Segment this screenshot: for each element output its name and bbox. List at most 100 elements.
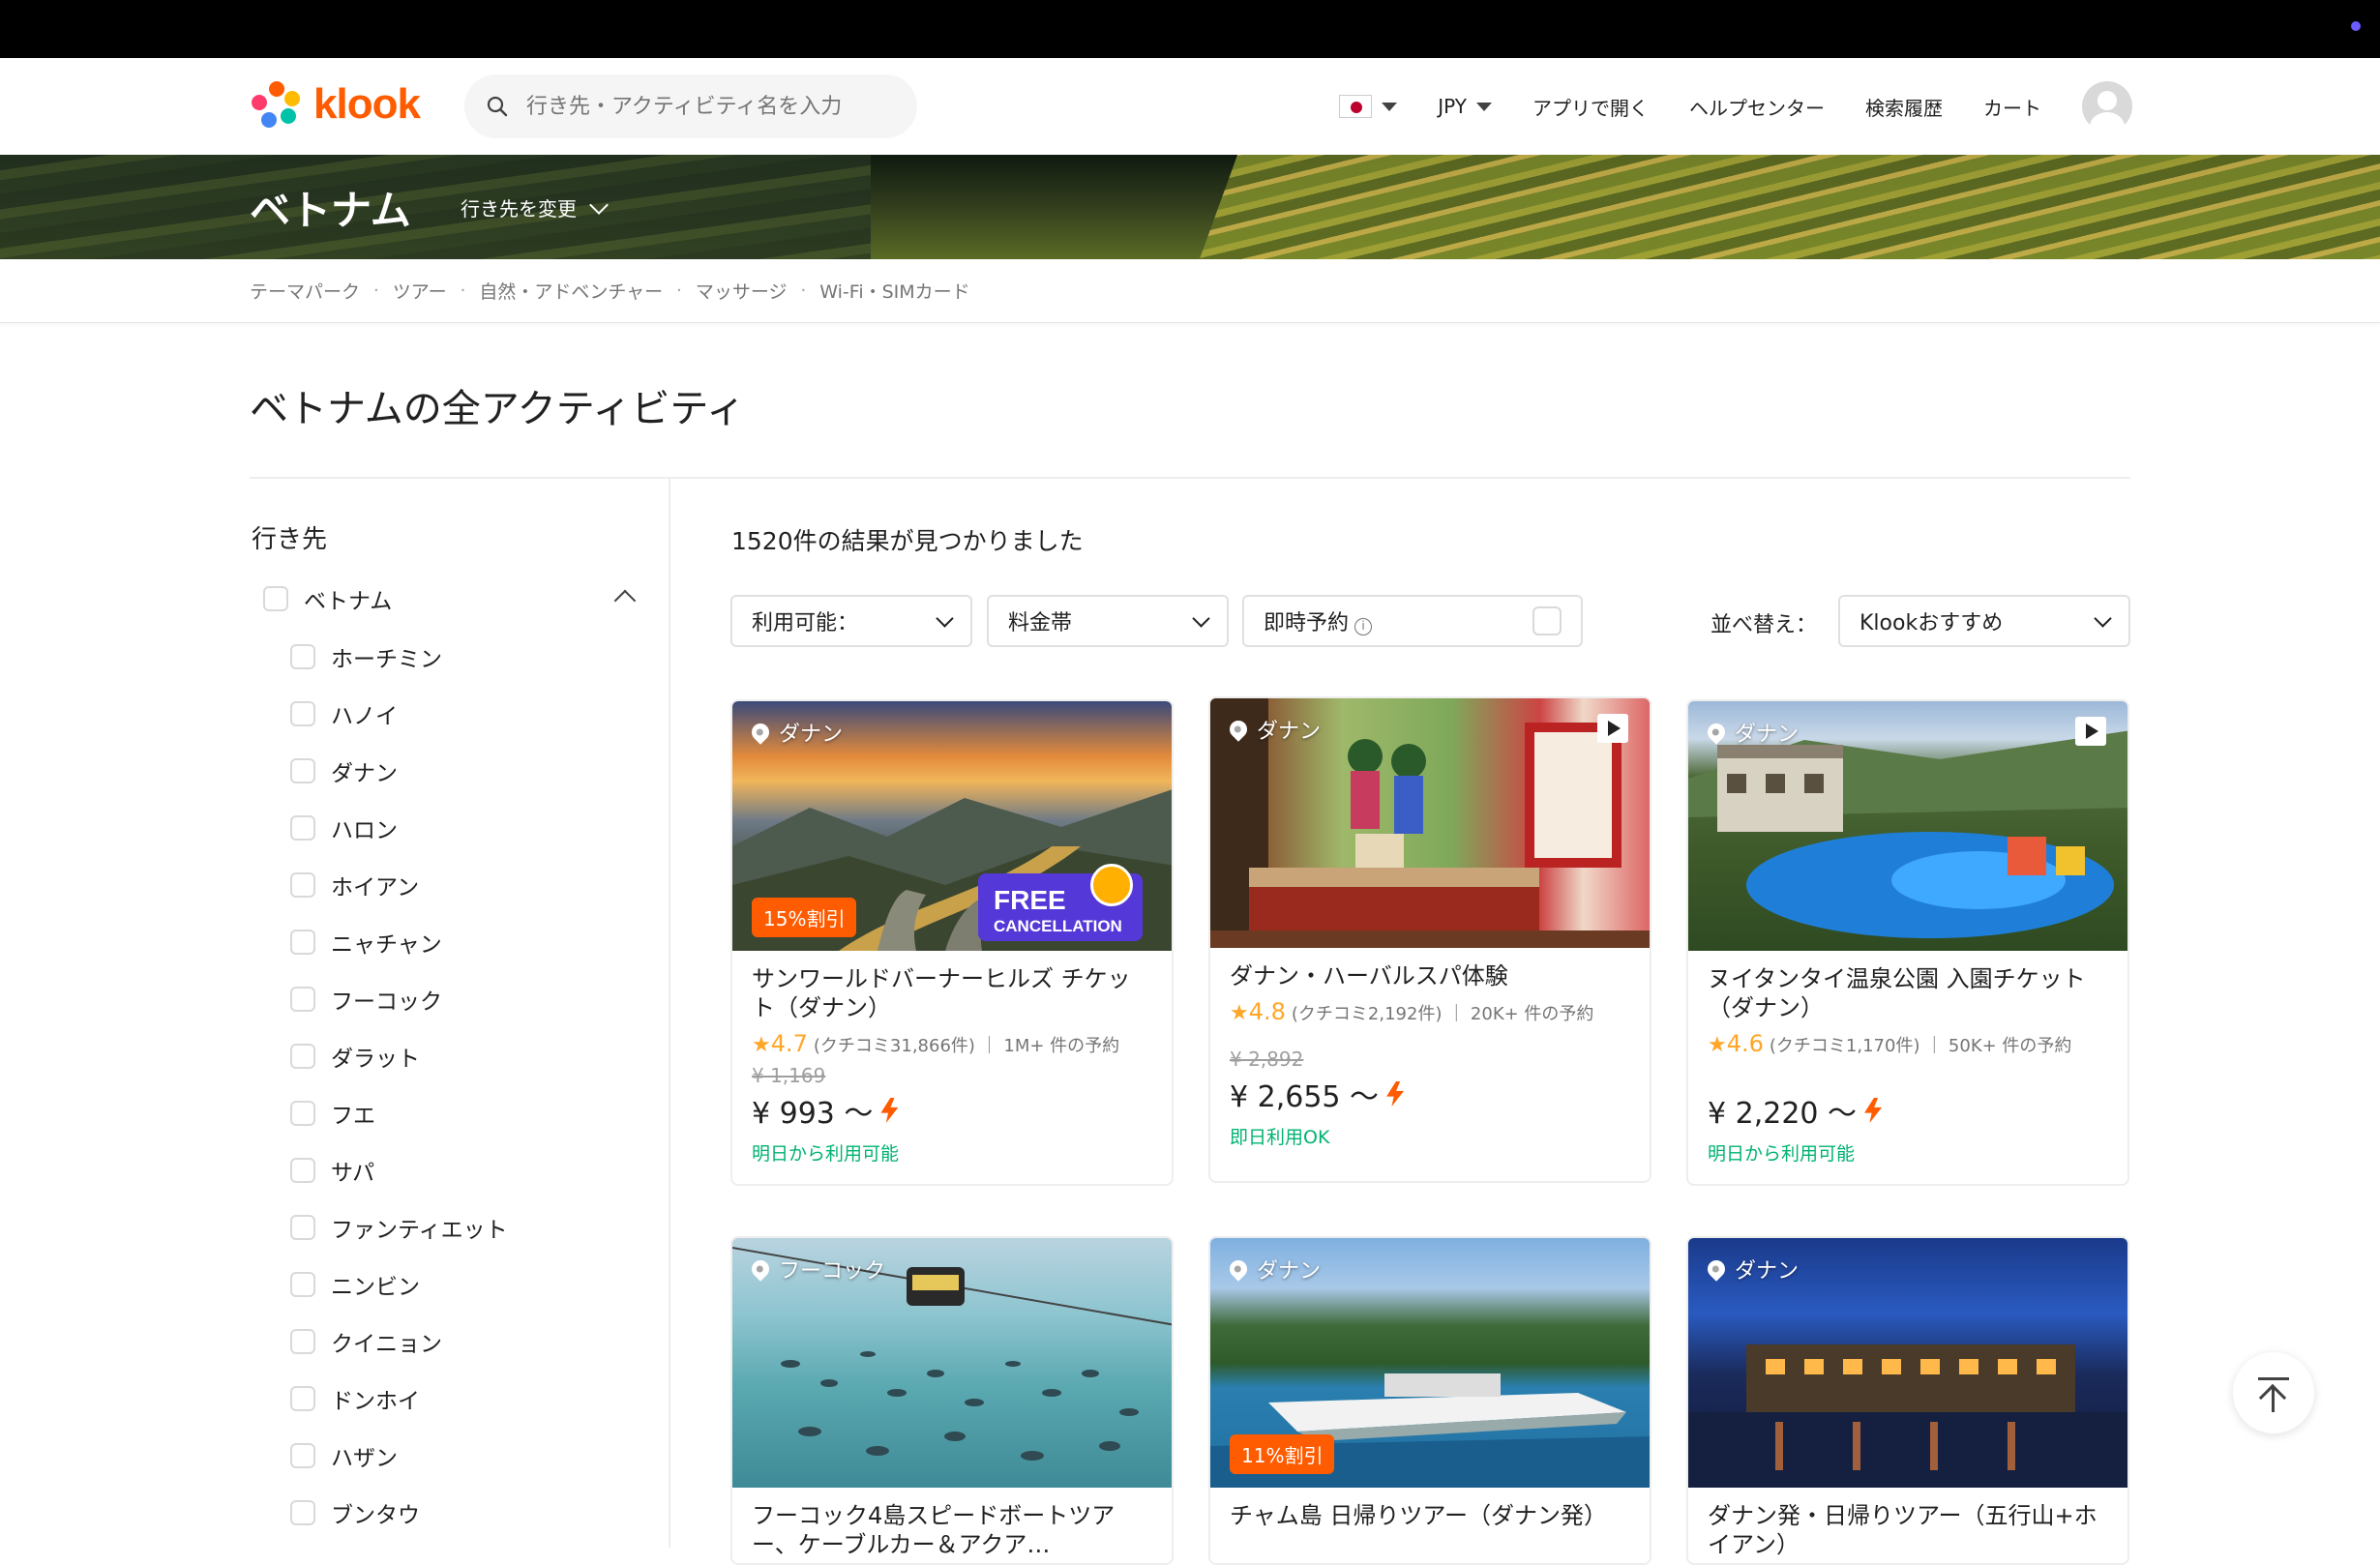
klook-logo[interactable]: klook	[250, 77, 421, 132]
checkbox[interactable]	[290, 930, 315, 955]
category-link-tours[interactable]: ツアー	[393, 278, 447, 304]
location-pin-icon	[1704, 720, 1729, 745]
checkbox[interactable]	[290, 1101, 315, 1126]
card-title: フーコック4島スピードボートツアー、ケーブルカー＆アクア…	[752, 1502, 1116, 1558]
activity-image: ダナン	[1210, 698, 1650, 948]
checkbox[interactable]	[290, 987, 315, 1012]
category-link-theme-park[interactable]: テーマパーク	[250, 278, 360, 304]
rating-score: 4.6	[1726, 1030, 1764, 1057]
checkbox[interactable]	[290, 815, 315, 841]
filter-item-vietnam[interactable]: ベトナム	[263, 582, 392, 615]
card-title: チャム島 日帰りツアー（ダナン発）	[1230, 1502, 1607, 1529]
sort-value: Klookおすすめ	[1859, 611, 2004, 635]
card-title: ヌイタンタイ温泉公園 入園チケット（ダナン）	[1708, 965, 2086, 1021]
filter-item-city[interactable]: ニャチャン	[290, 926, 442, 959]
availability-label: 明日から利用可能	[1708, 1143, 1856, 1165]
activity-card[interactable]: ダナン 15%割引 FREE CANCELLATION サンワールドバーナーヒルズ…	[730, 699, 1174, 1186]
filter-item-city[interactable]: フエ	[290, 1097, 375, 1130]
card-location: ダナン	[1226, 714, 1321, 745]
checkbox[interactable]	[290, 644, 315, 669]
checkbox[interactable]	[290, 1443, 315, 1468]
checkbox[interactable]	[290, 1386, 315, 1411]
instant-booking-filter[interactable]: 即時予約 i	[1242, 595, 1583, 647]
checkbox[interactable]	[290, 1272, 315, 1297]
search-history-link[interactable]: 検索履歴	[1865, 93, 1943, 121]
destination-banner: ベトナム 行き先を変更	[0, 155, 2380, 259]
filter-item-city[interactable]: ダラット	[290, 1040, 420, 1073]
status-dot-icon	[2351, 21, 2361, 31]
smile-icon	[1090, 864, 1133, 906]
checkbox[interactable]	[290, 1044, 315, 1069]
filter-label: ハノイ	[331, 704, 398, 729]
back-to-top-button[interactable]	[2233, 1352, 2314, 1433]
search-icon	[487, 96, 508, 117]
filter-item-city[interactable]: ダナン	[290, 754, 398, 787]
card-body: ダナン発・日帰りツアー（五行山+ホイアン）	[1688, 1488, 2127, 1563]
filter-item-city[interactable]: ホイアン	[290, 869, 419, 901]
chevron-up-icon[interactable]	[613, 589, 637, 612]
sort-dropdown[interactable]: Klookおすすめ	[1838, 595, 2130, 647]
filter-item-city[interactable]: サパ	[290, 1154, 374, 1187]
category-link-wifi-sim[interactable]: Wi-Fi・SIMカード	[819, 278, 969, 304]
search-bar[interactable]	[464, 74, 917, 138]
location-label: ダナン	[1735, 1259, 1800, 1284]
checkbox[interactable]	[290, 872, 315, 898]
banner-image-terraces	[1167, 155, 2380, 259]
checkbox[interactable]	[263, 586, 288, 611]
checkbox[interactable]	[290, 1329, 315, 1354]
filter-label: ブンタウ	[331, 1503, 420, 1528]
filter-item-city[interactable]: ハロン	[290, 812, 398, 844]
review-count: (クチコミ31,866件) ｜ 1M+ 件の予約	[813, 1036, 1120, 1056]
filter-item-city[interactable]: ニンビン	[290, 1268, 420, 1301]
filter-item-city[interactable]: ファンティエット	[290, 1211, 508, 1244]
avatar-icon[interactable]	[2082, 81, 2132, 132]
open-in-app-link[interactable]: アプリで開く	[1532, 93, 1649, 121]
help-center-link[interactable]: ヘルプセンター	[1689, 93, 1825, 121]
play-icon[interactable]	[2075, 717, 2106, 746]
activity-card[interactable]: ダナン ダナン・ハーバルスパ体験 ★4.8 (クチコミ2,192件) ｜ 20K+…	[1208, 696, 1651, 1183]
language-selector[interactable]	[1339, 95, 1398, 118]
info-icon[interactable]: i	[1354, 618, 1373, 635]
filter-item-city[interactable]: フーコック	[290, 983, 442, 1016]
filter-item-city[interactable]: ハノイ	[290, 697, 398, 730]
card-body: チャム島 日帰りツアー（ダナン発）	[1210, 1488, 1650, 1563]
card-title: ダナン発・日帰りツアー（五行山+ホイアン）	[1708, 1502, 2097, 1558]
availability-label: 即日利用OK	[1230, 1127, 1330, 1148]
activity-image: フーコック	[732, 1238, 1172, 1488]
filter-label: ベトナム	[304, 589, 393, 614]
checkbox[interactable]	[290, 1158, 315, 1183]
category-link-nature[interactable]: 自然・アドベンチャー	[479, 278, 663, 304]
currency-selector[interactable]: JPY	[1438, 95, 1492, 118]
activity-card[interactable]: ダナン ヌイタンタイ温泉公園 入園チケット（ダナン） ★4.6 (クチコミ1,17…	[1686, 699, 2129, 1186]
checkbox[interactable]	[290, 758, 315, 783]
category-link-massage[interactable]: マッサージ	[696, 278, 788, 304]
instant-booking-checkbox[interactable]	[1532, 606, 1562, 635]
play-icon[interactable]	[1597, 714, 1628, 743]
activity-card[interactable]: ダナン ダナン発・日帰りツアー（五行山+ホイアン）	[1686, 1236, 2129, 1565]
cart-link[interactable]: カート	[1983, 93, 2041, 121]
checkbox[interactable]	[290, 1500, 315, 1525]
page-title: ベトナムの全アクティビティ	[250, 387, 745, 431]
filter-item-city[interactable]: クイニョン	[290, 1325, 442, 1358]
availability-filter[interactable]: 利用可能：	[730, 595, 972, 647]
checkbox[interactable]	[290, 701, 315, 726]
filter-item-city[interactable]: ブンタウ	[290, 1496, 420, 1529]
sidebar-heading: 行き先	[252, 525, 328, 554]
chevron-down-icon	[589, 194, 609, 215]
filter-item-city[interactable]: ドンホイ	[290, 1382, 420, 1415]
filter-item-city[interactable]: ホーチミン	[290, 640, 442, 673]
separator: ·	[373, 281, 379, 301]
activity-card[interactable]: ダナン 11%割引 チャム島 日帰りツアー（ダナン発）	[1208, 1236, 1651, 1565]
activity-card[interactable]: フーコック フーコック4島スピードボートツアー、ケーブルカー＆アクア…	[730, 1236, 1174, 1565]
category-links: テーマパーク · ツアー · 自然・アドベンチャー · マッサージ · Wi-Fi・SI…	[0, 259, 2380, 323]
checkbox[interactable]	[290, 1215, 315, 1240]
price-range-filter[interactable]: 料金帯	[987, 595, 1229, 647]
filter-label: ドンホイ	[331, 1389, 420, 1414]
site-header: klook JPY アプリで開く ヘルプセンター 検索履歴 カート	[0, 58, 2380, 155]
filter-label: ホーチミン	[331, 647, 442, 672]
location-pin-icon	[1226, 1256, 1251, 1282]
change-destination-button[interactable]: 行き先を変更	[461, 193, 609, 221]
search-input[interactable]	[524, 93, 873, 120]
card-price: ¥ 993 ～	[752, 1089, 1152, 1132]
filter-item-city[interactable]: ハザン	[290, 1439, 398, 1472]
